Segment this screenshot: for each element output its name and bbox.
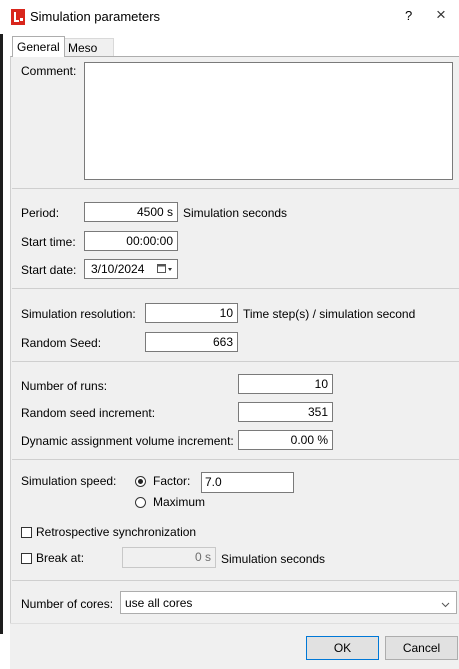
comment-textarea[interactable] (84, 62, 453, 180)
break-at-label: Break at: (36, 551, 85, 565)
retro-sync-label: Retrospective synchronization (36, 525, 197, 539)
calendar-dropdown-icon[interactable] (157, 263, 175, 275)
separator (12, 580, 459, 581)
retro-sync-checkbox[interactable] (21, 527, 32, 538)
break-at-input[interactable]: 0 s (122, 547, 216, 568)
dyn-assign-label: Dynamic assignment volume increment: (21, 434, 234, 448)
resolution-unit: Time step(s) / simulation second (243, 307, 416, 321)
app-logo-icon (11, 9, 25, 25)
separator (12, 361, 459, 362)
seed-increment-input[interactable]: 351 (238, 402, 333, 422)
start-time-label: Start time: (21, 235, 76, 249)
window-edge (0, 34, 3, 634)
factor-radio[interactable] (135, 476, 146, 487)
break-at-unit: Simulation seconds (221, 552, 326, 566)
runs-input[interactable]: 10 (238, 374, 333, 394)
close-button[interactable]: × (436, 5, 446, 25)
dyn-assign-input[interactable]: 0.00 % (238, 430, 333, 450)
chevron-down-icon (441, 598, 450, 612)
start-time-input[interactable]: 00:00:00 (84, 231, 178, 251)
tab-meso[interactable]: Meso (62, 38, 114, 57)
resolution-label: Simulation resolution: (21, 307, 136, 321)
factor-input[interactable]: 7.0 (201, 472, 294, 493)
maximum-radio[interactable] (135, 497, 146, 508)
period-unit: Simulation seconds (183, 206, 288, 220)
tab-general[interactable]: General (12, 36, 65, 57)
seed-increment-label: Random seed increment: (21, 406, 156, 420)
maximum-label: Maximum (153, 495, 206, 509)
comment-label: Comment: (21, 64, 77, 78)
ok-button[interactable]: OK (306, 636, 379, 660)
cores-label: Number of cores: (21, 597, 114, 611)
sim-speed-label: Simulation speed: (21, 474, 117, 488)
random-seed-label: Random Seed: (21, 336, 102, 350)
cores-value: use all cores (125, 596, 193, 610)
separator (12, 459, 459, 460)
break-at-checkbox[interactable] (21, 553, 32, 564)
random-seed-input[interactable]: 663 (145, 332, 238, 352)
start-date-value: 3/10/2024 (91, 262, 145, 276)
cancel-button[interactable]: Cancel (385, 636, 458, 660)
separator (12, 288, 459, 289)
period-label: Period: (21, 206, 60, 220)
help-button[interactable]: ? (405, 8, 412, 23)
resolution-input[interactable]: 10 (145, 303, 238, 323)
cores-select[interactable]: use all cores (120, 591, 457, 614)
start-date-picker[interactable]: 3/10/2024 (84, 259, 178, 279)
period-input[interactable]: 4500 s (84, 202, 178, 222)
separator (12, 188, 459, 189)
runs-label: Number of runs: (21, 379, 108, 393)
factor-label: Factor: (153, 474, 191, 488)
start-date-label: Start date: (21, 263, 77, 277)
window-title: Simulation parameters (30, 9, 161, 24)
